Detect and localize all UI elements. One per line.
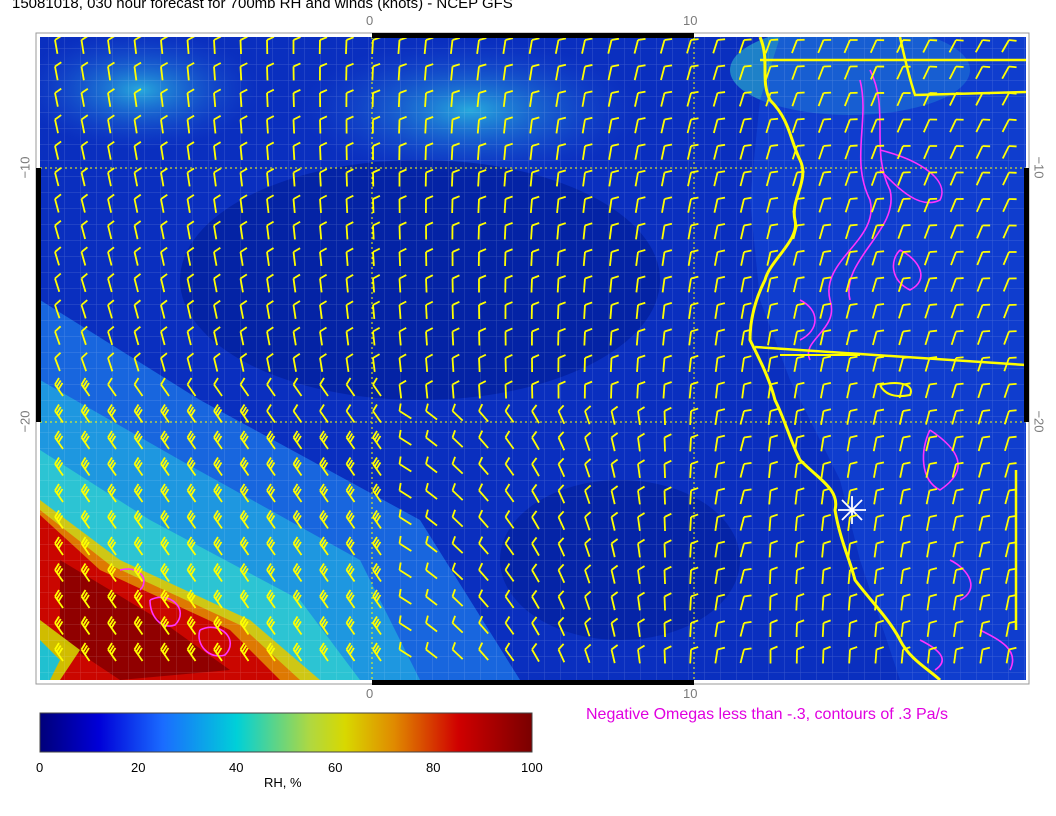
colorbar-tick: 60 [328,760,343,775]
right-tick-minus10: −10 [1031,156,1047,179]
colorbar-label: RH, % [264,775,302,790]
colorbar [39,712,533,753]
left-tick-minus10: −10 [17,156,33,179]
omega-note: Negative Omegas less than -.3, contours … [586,706,948,723]
colorbar-tick: 20 [131,760,146,775]
right-tick-minus20: −20 [1031,410,1047,433]
map-canvas [35,32,1030,753]
bottom-tick-0: 0 [366,686,374,701]
colorbar-tick: 40 [229,760,244,775]
rh-field [40,37,1026,680]
colorbar-tick: 100 [521,760,543,775]
colorbar-tick: 80 [426,760,441,775]
asterisk-icon [838,496,866,524]
map-title: 15081018, 030 hour forecast for 700mb RH… [12,0,513,12]
top-tick-0: 0 [366,13,374,28]
left-tick-minus20: −20 [17,410,33,433]
colorbar-tick: 0 [36,760,44,775]
top-tick-10: 10 [683,13,698,28]
bottom-tick-10: 10 [683,686,698,701]
